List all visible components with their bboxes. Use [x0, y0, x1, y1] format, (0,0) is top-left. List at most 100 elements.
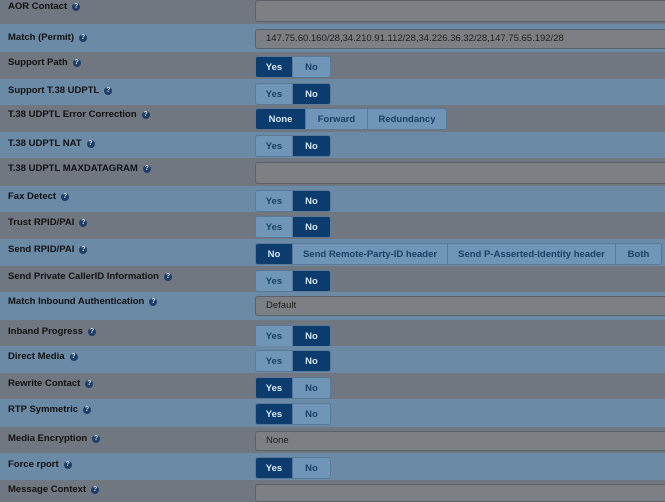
- setting-label: Send RPID/PAI?: [8, 244, 88, 255]
- option-yes-button[interactable]: Yes: [256, 378, 293, 398]
- option-no-button[interactable]: No: [293, 458, 330, 478]
- option-both-button[interactable]: Both: [616, 244, 661, 264]
- setting-label: RTP Symmetric?: [8, 404, 92, 415]
- setting-label: Message Context?: [8, 484, 100, 495]
- help-icon[interactable]: ?: [86, 140, 95, 148]
- setting-label-text: Send RPID/PAI: [8, 244, 75, 255]
- option-yes-button[interactable]: Yes: [256, 271, 293, 291]
- setting-row-match-permit: Match (Permit)? 147.75.60.160/28,34.210.9…: [0, 24, 665, 52]
- option-none-button[interactable]: None: [256, 109, 306, 129]
- option-no-button[interactable]: No: [293, 136, 330, 156]
- setting-row-trust-rpid-pai: Trust RPID/PAI? Yes No: [0, 212, 665, 239]
- setting-row-fax-detect: Fax Detect? Yes No: [0, 186, 665, 212]
- setting-row-support-t-38-udptl: Support T.38 UDPTL? Yes No: [0, 79, 665, 105]
- setting-label: Fax Detect?: [8, 191, 70, 202]
- option-no-button[interactable]: No: [293, 217, 330, 237]
- option-yes-button[interactable]: Yes: [256, 57, 293, 77]
- help-icon[interactable]: ?: [141, 111, 150, 119]
- help-icon[interactable]: ?: [69, 353, 78, 361]
- match-inbound-authentication-field[interactable]: Default: [255, 296, 665, 316]
- setting-label-text: Support T.38 UDPTL: [8, 85, 100, 96]
- option-no-button[interactable]: No: [293, 404, 330, 424]
- option-yes-button[interactable]: Yes: [256, 458, 293, 478]
- t-38-udptl-error-correction-toggle: None Forward Redundancy: [255, 108, 447, 130]
- settings-form: AOR Contact? Match (Permit)? 147.75.60.160…: [0, 0, 665, 502]
- option-yes-button[interactable]: Yes: [256, 326, 293, 346]
- help-icon[interactable]: ?: [83, 406, 92, 414]
- setting-label: Direct Media?: [8, 351, 78, 362]
- option-yes-button[interactable]: Yes: [256, 191, 293, 211]
- setting-label: Media Encryption?: [8, 433, 101, 444]
- option-yes-button[interactable]: Yes: [256, 404, 293, 424]
- setting-label: T.38 UDPTL MAXDATAGRAM?: [8, 163, 151, 174]
- option-send-p-asserted-identity-header-button[interactable]: Send P-Asserted-Identity header: [448, 244, 616, 264]
- inband-progress-toggle: Yes No: [255, 325, 331, 347]
- setting-label-text: Media Encryption: [8, 433, 88, 444]
- help-icon[interactable]: ?: [91, 486, 100, 494]
- setting-label-text: Fax Detect: [8, 191, 57, 202]
- help-icon[interactable]: ?: [78, 34, 87, 42]
- message-context-field[interactable]: [255, 484, 665, 502]
- help-icon[interactable]: ?: [163, 273, 172, 281]
- help-icon[interactable]: ?: [149, 298, 158, 306]
- help-icon[interactable]: ?: [79, 219, 88, 227]
- option-forward-button[interactable]: Forward: [306, 109, 368, 129]
- setting-label-text: Match (Permit): [8, 32, 74, 43]
- media-encryption-field[interactable]: None: [255, 431, 665, 451]
- setting-label-text: Send Private CallerID Information: [8, 271, 159, 282]
- option-no-button[interactable]: No: [293, 326, 330, 346]
- setting-row-message-context: Message Context?: [0, 480, 665, 502]
- setting-label-text: Trust RPID/PAI: [8, 217, 75, 228]
- help-icon[interactable]: ?: [104, 87, 113, 95]
- help-icon[interactable]: ?: [92, 435, 101, 443]
- help-icon[interactable]: ?: [85, 380, 94, 388]
- option-no-button[interactable]: No: [293, 191, 330, 211]
- setting-label: Support Path?: [8, 57, 81, 68]
- help-icon[interactable]: ?: [61, 193, 70, 201]
- setting-label-text: Match Inbound Authentication: [8, 296, 145, 307]
- setting-label-text: RTP Symmetric: [8, 404, 79, 415]
- option-send-remote-party-id-header-button[interactable]: Send Remote-Party-ID header: [293, 244, 448, 264]
- setting-row-support-path: Support Path? Yes No: [0, 52, 665, 79]
- setting-label-text: T.38 UDPTL Error Correction: [8, 109, 137, 120]
- aor-contact-field[interactable]: [255, 0, 665, 22]
- force-rport-toggle: Yes No: [255, 457, 331, 479]
- option-no-button[interactable]: No: [293, 271, 330, 291]
- send-private-callerid-information-toggle: Yes No: [255, 270, 331, 292]
- help-icon[interactable]: ?: [87, 328, 96, 336]
- option-no-button[interactable]: No: [293, 57, 330, 77]
- help-icon[interactable]: ?: [142, 165, 151, 173]
- option-yes-button[interactable]: Yes: [256, 84, 293, 104]
- help-icon[interactable]: ?: [63, 461, 72, 469]
- option-no-button[interactable]: No: [293, 351, 330, 371]
- setting-label: Trust RPID/PAI?: [8, 217, 88, 228]
- send-rpid-pai-toggle: No Send Remote-Party-ID header Send P-Asse…: [255, 243, 662, 265]
- option-no-button[interactable]: No: [256, 244, 293, 264]
- option-redundancy-button[interactable]: Redundancy: [368, 109, 446, 129]
- setting-label-text: Message Context: [8, 484, 87, 495]
- option-yes-button[interactable]: Yes: [256, 136, 293, 156]
- option-no-button[interactable]: No: [293, 84, 330, 104]
- t-38-udptl-maxdatagram-field[interactable]: [255, 162, 665, 184]
- setting-label-text: T.38 UDPTL NAT: [8, 138, 82, 149]
- support-path-toggle: Yes No: [255, 56, 331, 78]
- option-no-button[interactable]: No: [293, 378, 330, 398]
- help-icon[interactable]: ?: [72, 3, 81, 11]
- help-icon[interactable]: ?: [72, 59, 81, 67]
- setting-label: Force rport?: [8, 459, 72, 470]
- help-icon[interactable]: ?: [79, 246, 88, 254]
- setting-row-media-encryption: Media Encryption? None: [0, 427, 665, 453]
- setting-label-text: Inband Progress: [8, 326, 83, 337]
- setting-row-send-rpid-pai: Send RPID/PAI? No Send Remote-Party-ID hea…: [0, 239, 665, 266]
- support-t-38-udptl-toggle: Yes No: [255, 83, 331, 105]
- option-yes-button[interactable]: Yes: [256, 351, 293, 371]
- setting-label: Inband Progress?: [8, 326, 96, 337]
- match-permit-field[interactable]: 147.75.60.160/28,34.210.91.112/28,34.226…: [255, 29, 665, 49]
- setting-label: T.38 UDPTL Error Correction?: [8, 109, 150, 120]
- setting-label: Send Private CallerID Information?: [8, 271, 172, 282]
- setting-row-force-rport: Force rport? Yes No: [0, 453, 665, 480]
- option-yes-button[interactable]: Yes: [256, 217, 293, 237]
- setting-row-inband-progress: Inband Progress? Yes No: [0, 320, 665, 347]
- setting-label-text: Force rport: [8, 459, 59, 470]
- rtp-symmetric-toggle: Yes No: [255, 403, 331, 425]
